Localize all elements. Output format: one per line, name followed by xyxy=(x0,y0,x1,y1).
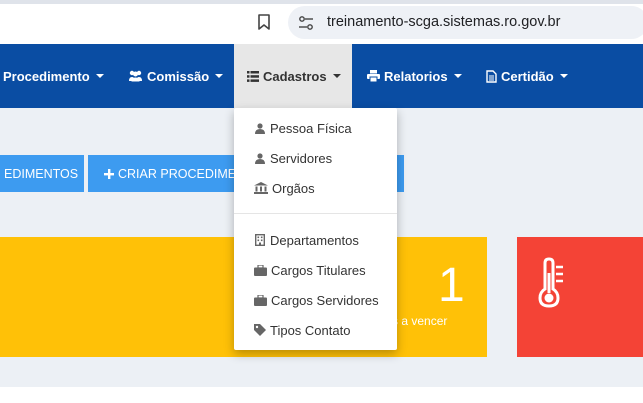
menu-item-label: Servidores xyxy=(270,150,333,166)
procedimentos-button[interactable]: EDIMENTOS xyxy=(0,155,84,192)
menu-item-label: Pessoa Física xyxy=(270,120,352,136)
browser-toolbar: treinamento-scga.sistemas.ro.gov.br xyxy=(0,0,643,44)
nav-relatorios[interactable]: Relatorios xyxy=(367,44,462,108)
menu-item-orgaos[interactable]: Orgãos xyxy=(254,177,315,199)
expiring-count: 1 xyxy=(438,259,465,312)
chevron-down-icon xyxy=(453,74,462,78)
address-url[interactable]: treinamento-scga.sistemas.ro.gov.br xyxy=(327,14,560,30)
user-icon xyxy=(254,122,266,134)
briefcase-icon xyxy=(254,294,267,306)
tag-icon xyxy=(254,324,266,336)
menu-item-label: Cargos Servidores xyxy=(271,292,379,308)
nav-procedimento[interactable]: Procedimento xyxy=(3,44,104,108)
bookmark-icon[interactable] xyxy=(255,13,273,31)
menu-item-label: Departamentos xyxy=(270,232,359,248)
chevron-down-icon xyxy=(95,74,104,78)
plus-icon xyxy=(104,168,114,179)
menu-item-label: Tipos Contato xyxy=(270,322,351,338)
list-icon xyxy=(247,70,259,82)
nav-relatorios-label: Relatorios xyxy=(384,68,448,84)
nav-comissao-label: Comissão xyxy=(147,68,210,84)
menu-item-cargos-titulares[interactable]: Cargos Titulares xyxy=(254,259,366,281)
users-icon xyxy=(128,70,143,82)
procedimentos-button-label: EDIMENTOS xyxy=(4,166,79,181)
building-icon xyxy=(254,234,266,246)
bank-icon xyxy=(254,182,268,194)
nav-procedimento-label: Procedimento xyxy=(3,68,90,84)
nav-cadastros[interactable]: Cadastros xyxy=(234,44,352,108)
tab-strip xyxy=(0,0,643,4)
menu-item-label: Cargos Titulares xyxy=(271,262,366,278)
menu-item-servidores[interactable]: Servidores xyxy=(254,147,332,169)
menu-item-departamentos[interactable]: Departamentos xyxy=(254,229,359,251)
menu-item-pessoa-fisica[interactable]: Pessoa Física xyxy=(254,117,352,139)
criar-procedimento-button-label: CRIAR PROCEDIME xyxy=(118,166,237,181)
menu-item-cargos-servidores[interactable]: Cargos Servidores xyxy=(254,289,379,311)
nav-comissao[interactable]: Comissão xyxy=(128,44,224,108)
file-text-icon xyxy=(486,69,497,83)
chevron-down-icon xyxy=(215,74,224,78)
chevron-down-icon xyxy=(559,74,568,78)
nav-certidao-label: Certidão xyxy=(501,68,554,84)
thermometer-icon xyxy=(538,257,563,308)
cadastros-dropdown-menu: Pessoa Física Servidores Orgãos Departam… xyxy=(234,108,397,350)
menu-item-label: Orgãos xyxy=(272,180,315,196)
chevron-down-icon xyxy=(332,74,341,78)
nav-cadastros-label: Cadastros xyxy=(263,68,327,84)
nav-certidao[interactable]: Certidão xyxy=(486,44,568,108)
print-icon xyxy=(367,70,380,82)
page-footer-strip xyxy=(0,387,643,403)
menu-item-tipos-contato[interactable]: Tipos Contato xyxy=(254,319,350,341)
briefcase-icon xyxy=(254,264,267,276)
main-navbar: Procedimento Comissão Cadastros Relatori… xyxy=(0,44,643,108)
site-settings-icon[interactable] xyxy=(298,15,314,31)
user-icon xyxy=(254,152,266,164)
menu-divider xyxy=(234,213,397,214)
